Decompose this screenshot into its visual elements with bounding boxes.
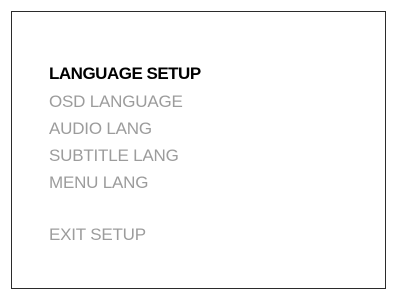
menu-item-audio-lang[interactable]: AUDIO LANG [49,115,201,142]
menu-item-osd-language[interactable]: OSD LANGUAGE [49,88,201,115]
menu-title: LANGUAGE SETUP [49,64,201,83]
setup-menu-panel: LANGUAGE SETUP OSD LANGUAGE AUDIO LANG S… [11,11,386,289]
language-setup-menu: LANGUAGE SETUP OSD LANGUAGE AUDIO LANG S… [49,59,201,248]
menu-item-exit-setup[interactable]: EXIT SETUP [49,221,201,248]
menu-item-subtitle-lang[interactable]: SUBTITLE LANG [49,142,201,169]
menu-spacer [49,196,201,221]
menu-item-menu-lang[interactable]: MENU LANG [49,169,201,196]
